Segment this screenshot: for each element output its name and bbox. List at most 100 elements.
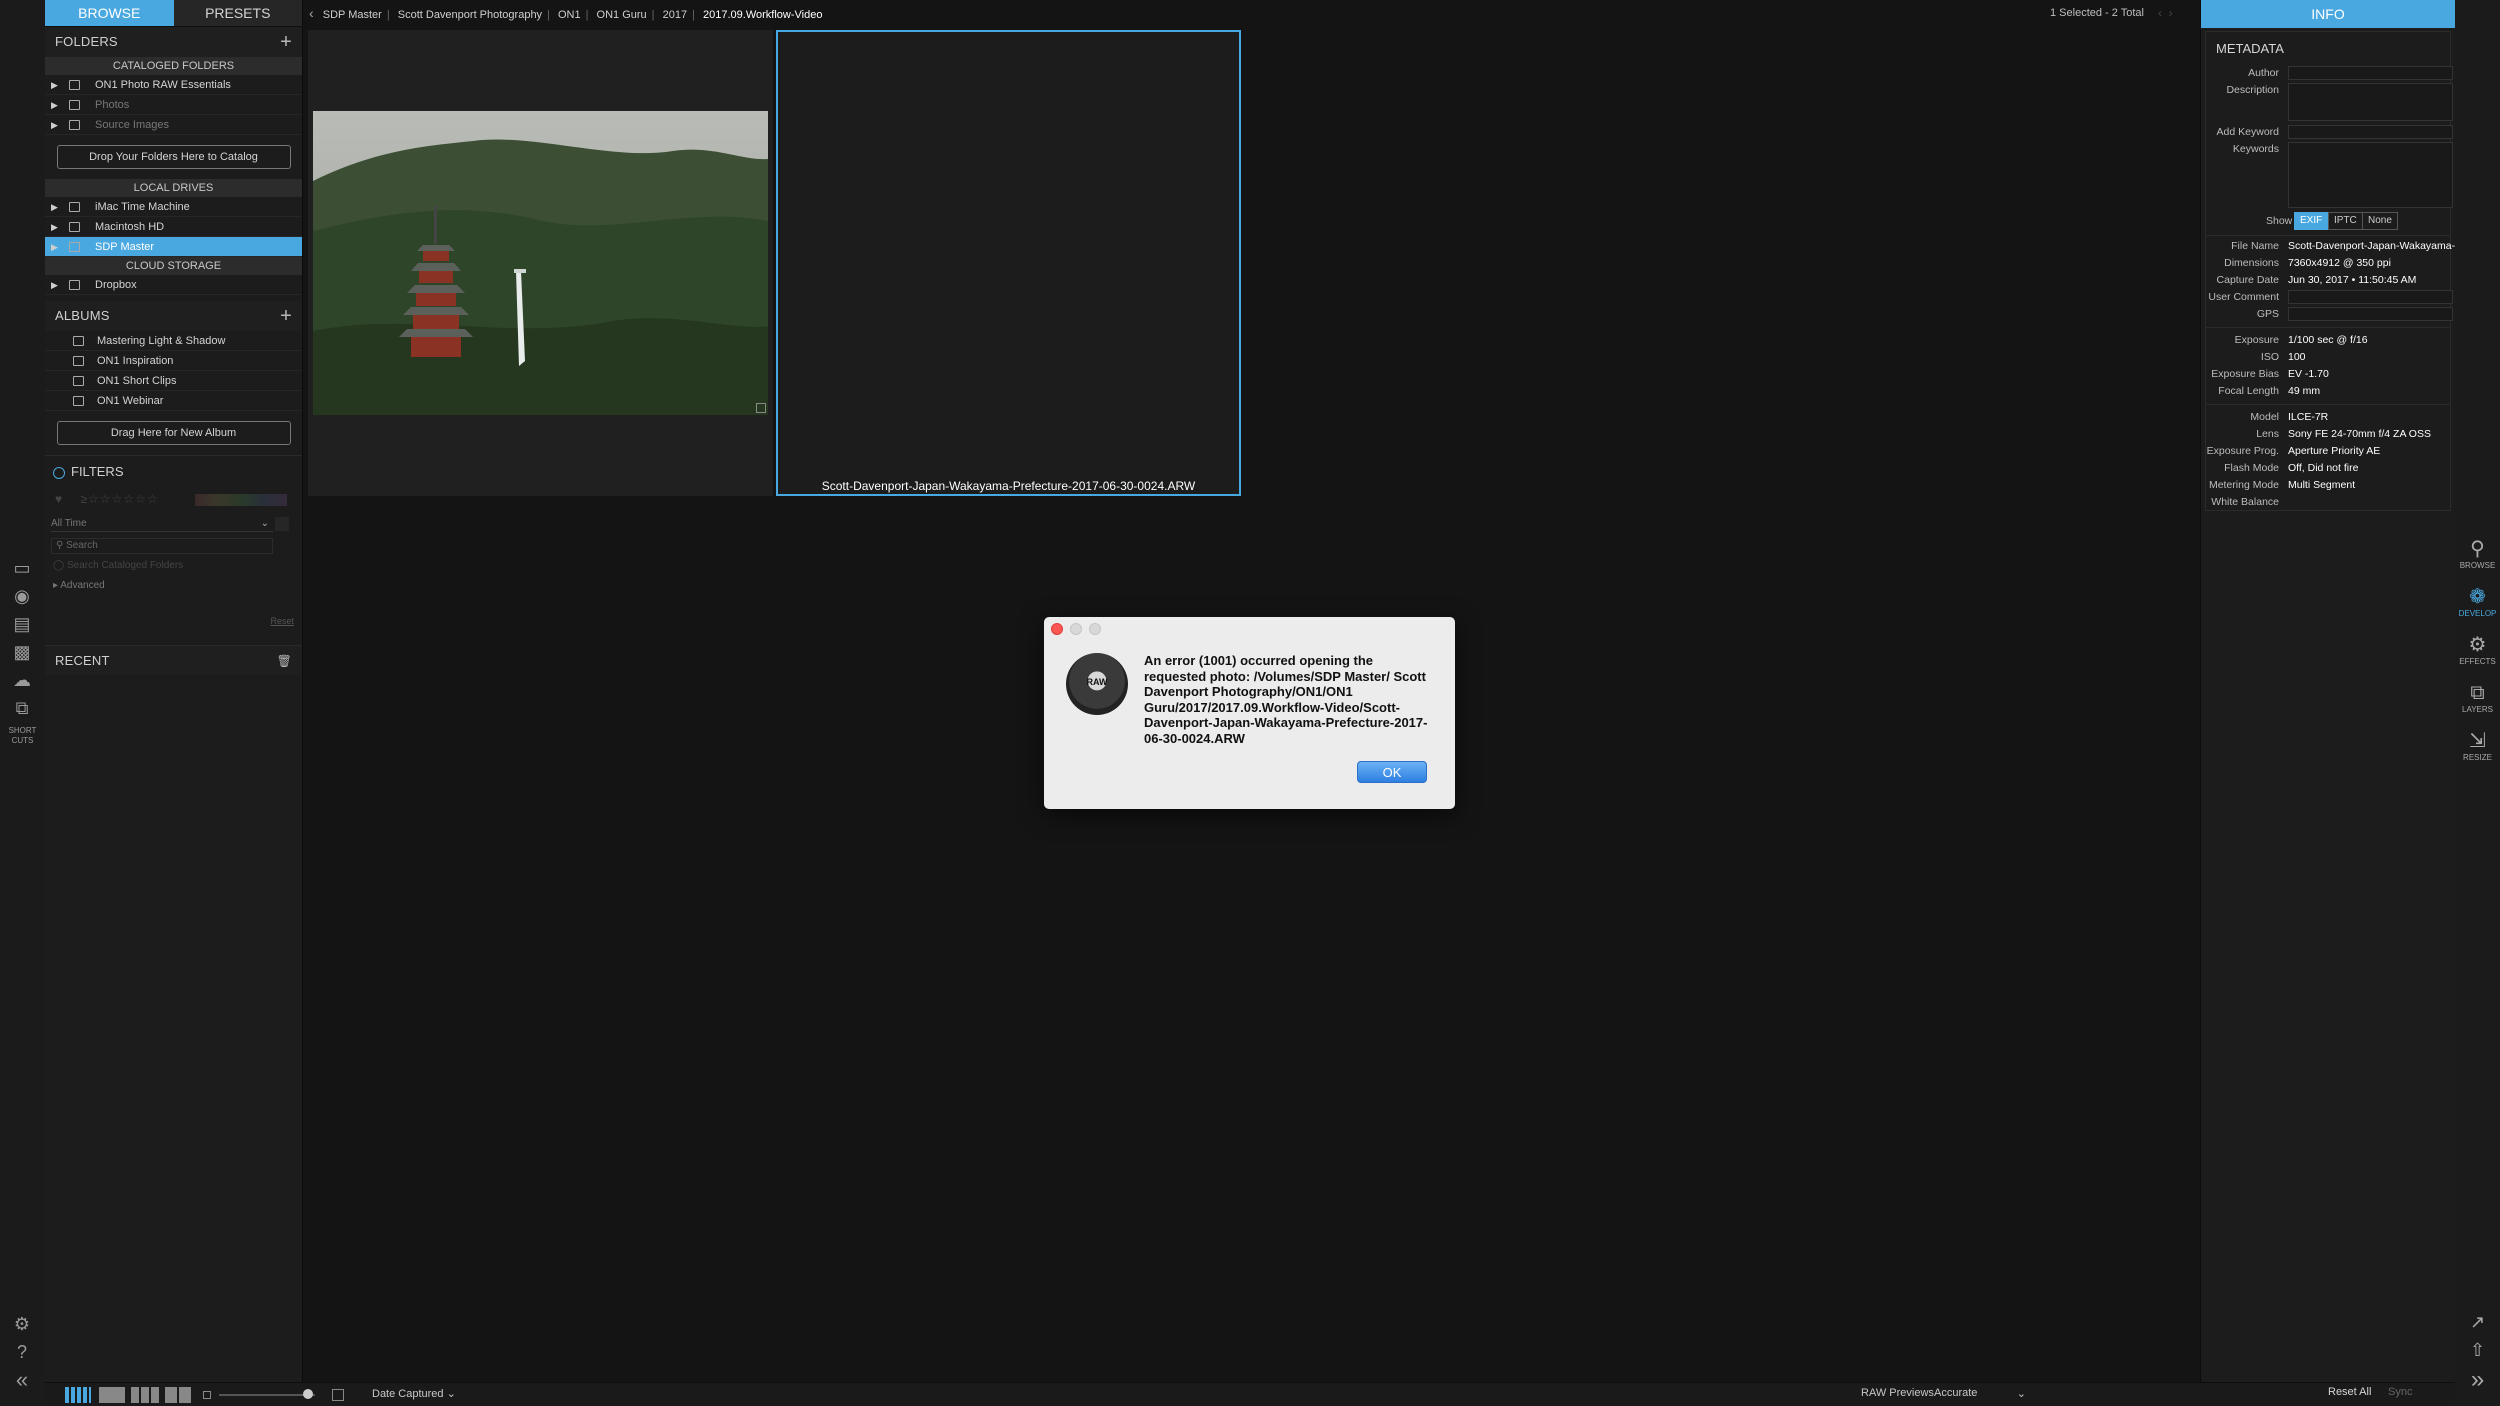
expand-arrow-icon[interactable]: ▶ (51, 275, 58, 295)
expand-arrow-icon[interactable]: ▶ (51, 75, 58, 95)
collapse-right-icon[interactable]: » (2455, 1366, 2500, 1394)
album-item[interactable]: ON1 Inspiration (45, 351, 302, 371)
new-album-drop-target[interactable]: Drag Here for New Album (56, 421, 291, 445)
show-iptc-button[interactable]: IPTC (2328, 212, 2363, 230)
albums-header[interactable]: ALBUMS + (45, 301, 302, 331)
keywords-field[interactable] (2288, 142, 2453, 208)
collapse-left-icon[interactable]: « (10, 1369, 34, 1391)
breadcrumb-item[interactable]: SDP Master (323, 9, 382, 21)
calendar-icon[interactable] (275, 517, 289, 531)
cloud-storage-header: CLOUD STORAGE (45, 257, 302, 275)
search-cataloged-checkbox[interactable]: ◯ Search Cataloged Folders (53, 560, 183, 571)
add-folder-icon[interactable]: + (280, 27, 292, 57)
grid-view-icon[interactable] (65, 1387, 91, 1403)
color-label-filter[interactable] (195, 494, 287, 506)
module-effects[interactable]: ⚙ EFFECTS (2455, 634, 2500, 666)
folder-item[interactable]: ▶ ON1 Photo RAW Essentials (45, 75, 302, 95)
rating-filter[interactable]: ♥ ≥☆☆☆☆☆☆ (55, 492, 159, 506)
help-icon[interactable]: ? (10, 1342, 34, 1362)
expand-arrow-icon[interactable]: ▶ (51, 197, 58, 217)
share-icon[interactable]: ↗ (2455, 1312, 2500, 1333)
time-filter-dropdown[interactable]: All Time ⌄ (51, 516, 273, 532)
sync-button[interactable]: Sync (2388, 1386, 2412, 1398)
add-album-icon[interactable]: + (280, 301, 292, 331)
shortcuts-icon[interactable]: ⧉ (10, 698, 34, 718)
raw-previews-dropdown[interactable]: Accurate ⌄ (1934, 1387, 2026, 1400)
tab-presets[interactable]: PRESETS (173, 0, 302, 27)
breadcrumb-item[interactable]: ON1 (558, 9, 581, 21)
gps-field[interactable] (2288, 307, 2453, 321)
cloud-item[interactable]: ▶ Dropbox (45, 275, 302, 295)
nav-arrows[interactable]: ‹ › (2158, 6, 2173, 20)
single-view-icon[interactable] (99, 1387, 125, 1403)
album-item[interactable]: ON1 Webinar (45, 391, 302, 411)
tab-info[interactable]: INFO (2201, 0, 2455, 28)
module-resize[interactable]: ⇲ RESIZE (2455, 730, 2500, 762)
show-none-button[interactable]: None (2362, 212, 2398, 230)
drive-item[interactable]: ▶ Macintosh HD (45, 217, 302, 237)
author-row: Author (2206, 65, 2453, 82)
expand-arrow-icon[interactable]: ▶ (51, 95, 58, 115)
export-icon[interactable]: ⇧ (2455, 1340, 2500, 1361)
folder-label: Source Images (95, 119, 169, 131)
album-item[interactable]: ON1 Short Clips (45, 371, 302, 391)
slider-handle[interactable] (303, 1389, 313, 1399)
filter-search-input[interactable]: ⚲ Search (51, 538, 273, 554)
author-field[interactable] (2288, 66, 2453, 80)
thumb-size-slider[interactable] (219, 1394, 315, 1396)
filter-reset-link[interactable]: Reset (270, 616, 294, 626)
folder-item[interactable]: ▶ Source Images (45, 115, 302, 135)
expand-arrow-icon[interactable]: ▶ (51, 217, 58, 237)
tab-browse[interactable]: BROWSE (45, 0, 174, 27)
filters-header[interactable]: FILTERS (45, 456, 302, 487)
advanced-toggle[interactable]: ▸ Advanced (53, 580, 105, 591)
monitor-icon[interactable]: ▭ (10, 558, 34, 578)
thumbnail-cell-selected[interactable] (776, 30, 1241, 496)
filmstrip-view-icon[interactable] (131, 1387, 159, 1403)
cloud-icon[interactable]: ☁ (10, 670, 34, 690)
drive-item-selected[interactable]: ▶ SDP Master (45, 237, 302, 257)
add-keyword-field[interactable] (2288, 125, 2453, 139)
drive-item[interactable]: ▶ iMac Time Machine (45, 197, 302, 217)
compare-view-icon[interactable] (165, 1387, 191, 1403)
back-arrow-icon[interactable]: ‹ (309, 5, 314, 21)
metadata-box: METADATA Author Description Add Keyword … (2205, 31, 2455, 511)
folder-icon[interactable]: ▤ (10, 614, 34, 634)
albums-title: ALBUMS (55, 308, 110, 323)
reset-all-button[interactable]: Reset All (2328, 1386, 2371, 1398)
catalog-drop-target[interactable]: Drop Your Folders Here to Catalog (56, 145, 291, 169)
expand-corner-icon[interactable] (756, 403, 766, 413)
ok-button[interactable]: OK (1357, 761, 1427, 783)
small-thumb-icon[interactable] (203, 1391, 211, 1399)
folder-icon (69, 120, 80, 130)
module-browse[interactable]: ⚲ BROWSE (2455, 538, 2500, 570)
bottom-bar: Date Captured ⌄ RAW Previews Accurate ⌄ R… (45, 1382, 2455, 1406)
trash-icon[interactable]: 🗑 (277, 646, 292, 676)
effects-icon: ⚙ (2468, 634, 2487, 656)
field-label: Description (2226, 84, 2279, 96)
recent-header[interactable]: RECENT 🗑 (45, 645, 302, 675)
breadcrumb-item[interactable]: 2017 (663, 9, 687, 21)
module-develop[interactable]: ❁ DEVELOP (2455, 586, 2500, 618)
drive-icon[interactable]: ▩ (10, 642, 34, 662)
expand-arrow-icon[interactable]: ▶ (51, 237, 58, 257)
camera-icon[interactable]: ◉ (10, 586, 34, 606)
user-comment-field[interactable] (2288, 290, 2453, 304)
sort-value: Date Captured (372, 1388, 444, 1400)
show-exif-button[interactable]: EXIF (2294, 212, 2329, 230)
module-layers[interactable]: ⧉ LAYERS (2455, 682, 2500, 714)
folders-header[interactable]: FOLDERS + (45, 27, 302, 57)
gear-icon[interactable]: ⚙ (10, 1314, 34, 1334)
folder-item[interactable]: ▶ Photos (45, 95, 302, 115)
filter-toggle-icon[interactable] (53, 466, 65, 479)
large-thumb-icon[interactable] (332, 1389, 344, 1401)
photo-thumbnail[interactable] (313, 111, 768, 415)
description-field[interactable] (2288, 83, 2453, 121)
sort-dropdown[interactable]: Date Captured ⌄ (372, 1387, 456, 1400)
breadcrumb-current[interactable]: 2017.09.Workflow-Video (703, 9, 822, 21)
breadcrumb-item[interactable]: ON1 Guru (597, 9, 647, 21)
close-icon[interactable] (1051, 623, 1063, 635)
expand-arrow-icon[interactable]: ▶ (51, 115, 58, 135)
album-item[interactable]: Mastering Light & Shadow (45, 331, 302, 351)
breadcrumb-item[interactable]: Scott Davenport Photography (398, 9, 542, 21)
